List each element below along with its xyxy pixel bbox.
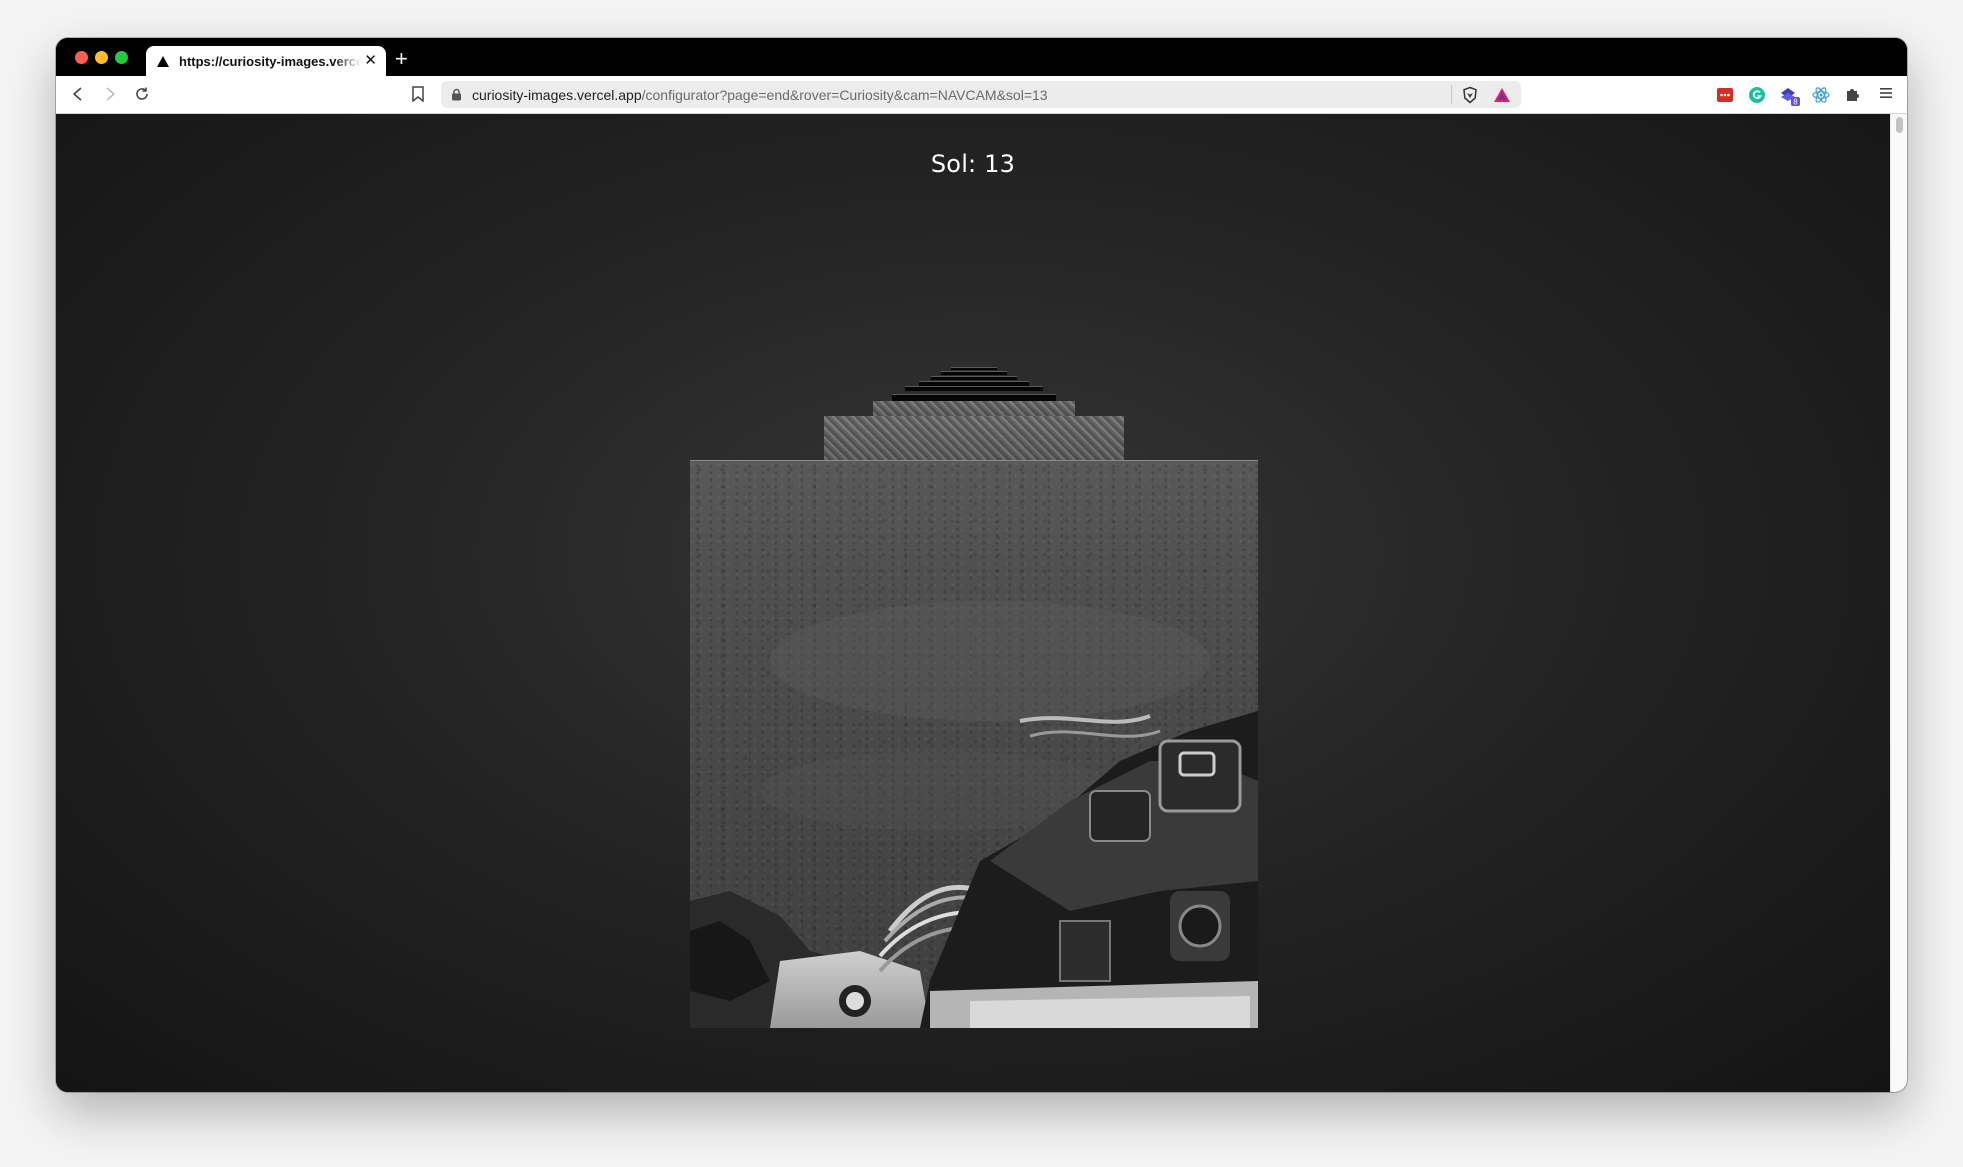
tab-strip: https://curiosity-images.vercel.app ✕ + <box>56 38 1907 76</box>
image-stack-card[interactable] <box>824 416 1124 461</box>
vercel-favicon-icon <box>157 55 169 67</box>
grammarly-icon[interactable] <box>1748 86 1766 104</box>
rover-hardware-image <box>690 601 1258 1028</box>
page-viewport: Sol: 13 <box>56 114 1890 1092</box>
image-stack-card[interactable] <box>905 386 1043 391</box>
new-tab-button[interactable]: + <box>395 48 408 70</box>
scrollbar-thumb[interactable] <box>1896 117 1903 133</box>
react-devtools-icon[interactable] <box>1812 86 1830 104</box>
url-text[interactable]: curiosity-images.vercel.app/configurator… <box>472 87 1048 103</box>
window-maximize-button[interactable] <box>115 51 128 64</box>
tab-close-icon[interactable]: ✕ <box>364 52 377 70</box>
navcam-photo[interactable] <box>690 460 1258 1028</box>
menu-icon[interactable] <box>1879 86 1893 105</box>
tab-title: https://curiosity-images.vercel.app <box>179 53 361 69</box>
page-title: Sol: 13 <box>930 150 1016 178</box>
image-stack-card[interactable] <box>951 367 997 370</box>
brave-shield-icon[interactable] <box>1461 86 1479 109</box>
puzzle-icon[interactable] <box>1844 86 1862 104</box>
image-stack-card[interactable] <box>873 401 1075 417</box>
extension-badge: 8 <box>1793 98 1798 107</box>
window-minimize-button[interactable] <box>95 51 108 64</box>
brave-rewards-icon[interactable] <box>1493 86 1511 109</box>
url-host: curiosity-images.vercel.app <box>472 87 642 103</box>
address-bar[interactable]: curiosity-images.vercel.app/configurator… <box>441 81 1521 108</box>
image-stack-card[interactable] <box>931 376 1017 380</box>
url-separator <box>1451 85 1452 104</box>
lock-icon[interactable] <box>451 88 462 106</box>
image-stack-card[interactable] <box>941 371 1007 375</box>
back-icon[interactable] <box>70 86 86 102</box>
window-close-button[interactable] <box>75 51 88 64</box>
forward-icon[interactable] <box>102 86 118 102</box>
lastpass-icon[interactable] <box>1716 86 1734 104</box>
url-path: /configurator?page=end&rover=Curiosity&c… <box>641 87 1048 103</box>
extension-icon[interactable]: 8 <box>1780 86 1800 107</box>
browser-toolbar: curiosity-images.vercel.app/configurator… <box>56 76 1907 114</box>
browser-tab-active[interactable]: https://curiosity-images.vercel.app ✕ <box>146 46 386 76</box>
bookmark-icon[interactable] <box>411 86 425 107</box>
browser-window: https://curiosity-images.vercel.app ✕ + … <box>56 38 1907 1092</box>
reload-icon[interactable] <box>134 86 150 102</box>
page-scrollbar[interactable] <box>1890 114 1907 1092</box>
